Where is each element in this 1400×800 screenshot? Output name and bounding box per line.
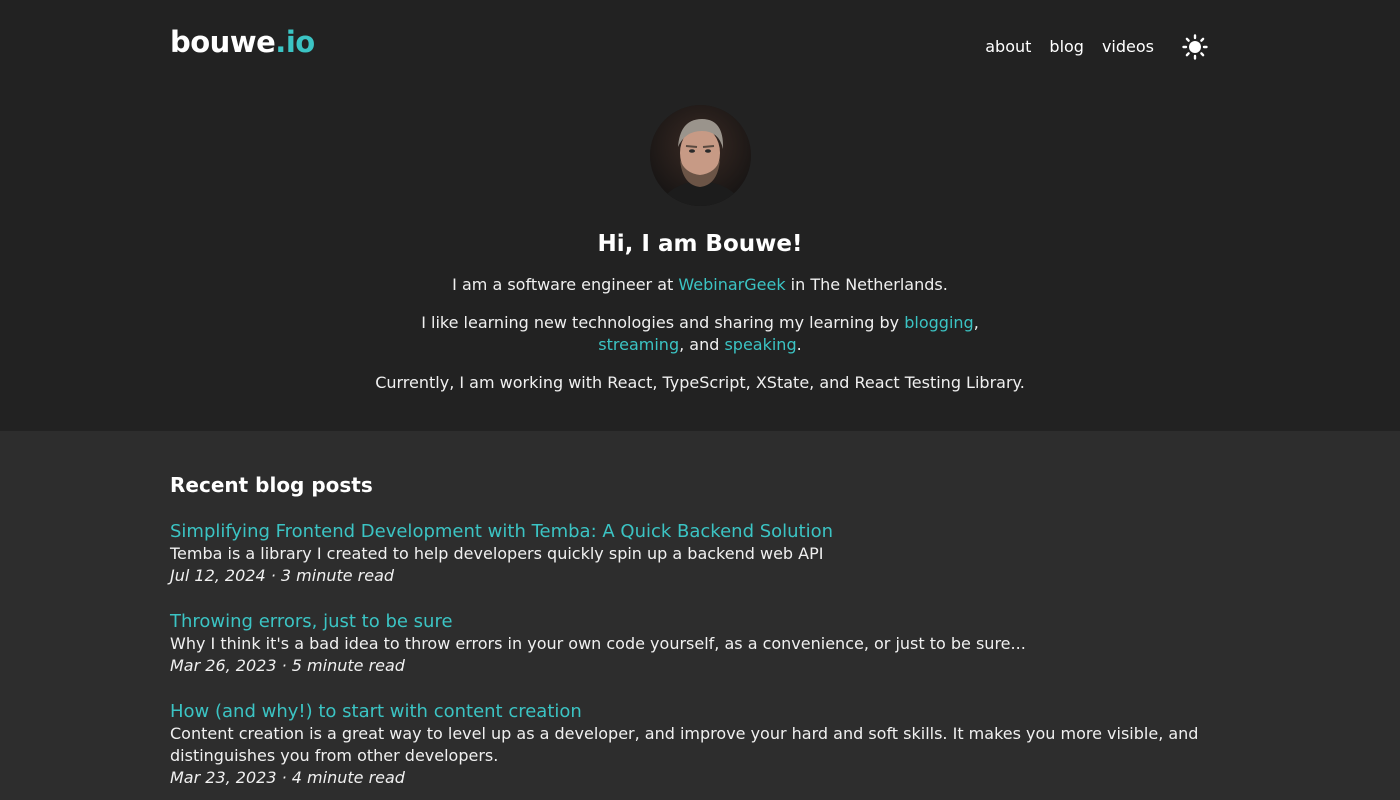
blog-section: Recent blog posts Simplifying Frontend D… [0,431,1400,800]
page-title: Hi, I am Bouwe! [597,231,803,257]
post-item: How (and why!) to start with content cre… [170,701,1230,789]
post-description: Why I think it's a bad idea to throw err… [170,634,1026,653]
site-header: bouwe.io about blog videos [170,24,1210,64]
post-title-link[interactable]: How (and why!) to start with content cre… [170,701,1230,723]
post-title-link[interactable]: Simplifying Frontend Development with Te… [170,521,1230,543]
streaming-link[interactable]: streaming [598,335,679,354]
nav-link-about[interactable]: about [985,33,1031,61]
intro-line-2-pre: I like learning new technologies and sha… [421,313,905,332]
period: . [796,335,802,354]
separator: , [973,313,979,332]
logo-main: bouwe [170,25,276,59]
intro-line-1-post: in The Netherlands. [785,275,948,294]
logo-accent: .io [275,25,315,59]
intro-line-1: I am a software engineer at WebinarGeek … [300,274,1100,296]
theme-toggle-button[interactable] [1180,32,1210,62]
site-logo[interactable]: bouwe.io [170,24,315,60]
post-meta: Mar 26, 2023 · 5 minute read [170,656,405,675]
post-item: Throwing errors, just to be sure Why I t… [170,611,1230,677]
separator: , and [679,335,725,354]
nav-link-videos[interactable]: videos [1102,33,1154,61]
recent-posts-heading: Recent blog posts [170,473,373,497]
intro-line-1-pre: I am a software engineer at [452,275,679,294]
avatar-portrait-image [650,105,751,206]
sun-icon [1182,34,1208,60]
main-nav: about blog videos [985,32,1210,62]
intro-line-2: I like learning new technologies and sha… [400,312,1000,356]
blogging-link[interactable]: blogging [904,313,973,332]
speaking-link[interactable]: speaking [724,335,796,354]
post-meta: Jul 12, 2024 · 3 minute read [170,566,395,585]
post-item: Simplifying Frontend Development with Te… [170,521,1230,587]
hero-section: bouwe.io about blog videos Hi, I am Bouw… [0,0,1400,431]
post-description: Content creation is a great way to level… [170,724,1199,765]
intro: Hi, I am Bouwe! I am a software engineer… [300,228,1100,410]
post-title-link[interactable]: Throwing errors, just to be sure [170,611,1230,633]
nav-link-blog[interactable]: blog [1049,33,1084,61]
avatar [650,105,751,206]
post-meta: Mar 23, 2023 · 4 minute read [170,768,405,787]
post-description: Temba is a library I created to help dev… [170,544,824,563]
webinargeek-link[interactable]: WebinarGeek [678,275,785,294]
recent-posts: Recent blog posts Simplifying Frontend D… [170,471,1230,800]
intro-line-3: Currently, I am working with React, Type… [375,373,1025,392]
